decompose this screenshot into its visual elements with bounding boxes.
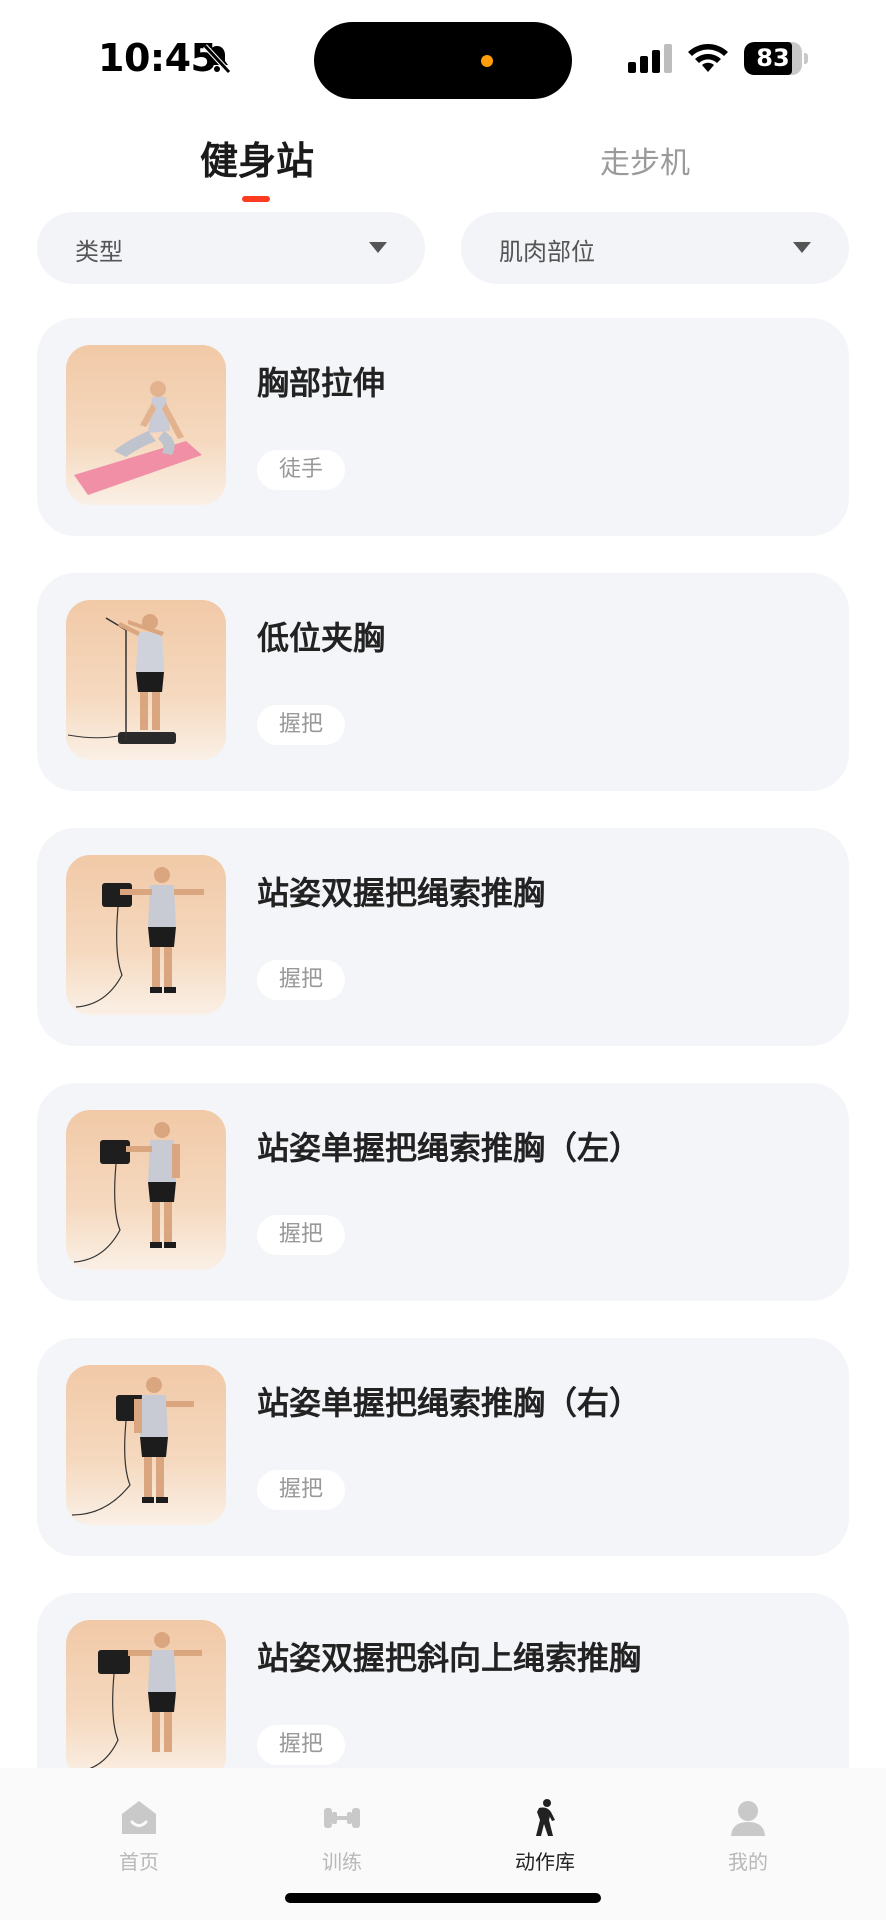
equipment-tag: 握把 (257, 1215, 346, 1255)
muscle-filter-dropdown[interactable]: 肌肉部位 (461, 212, 849, 284)
battery-indicator: 83 (744, 42, 808, 75)
single-cable-push-right-figure-image (71, 1377, 194, 1516)
exercise-card[interactable]: 胸部拉伸 徒手 (37, 318, 849, 536)
type-filter-dropdown[interactable]: 类型 (37, 212, 425, 284)
exercise-title: 站姿双握把斜向上绳索推胸 (257, 1639, 642, 1677)
battery-cap (804, 53, 808, 64)
home-indicator[interactable] (285, 1893, 601, 1903)
equipment-tag: 握把 (257, 705, 346, 745)
exercise-thumbnail (66, 1365, 226, 1525)
stretch-figure-icon (536, 1799, 555, 1836)
battery-body: 83 (744, 42, 802, 75)
equipment-tag: 徒手 (257, 450, 346, 490)
exercise-title: 胸部拉伸 (257, 364, 386, 402)
standing-cable-figure-image (67, 614, 176, 744)
bell-muted-icon (203, 44, 231, 74)
single-cable-push-left-figure-image (73, 1122, 180, 1263)
exercise-thumbnail (66, 345, 226, 505)
nav-training-label: 训练 (322, 1850, 362, 1874)
exercise-thumbnail (66, 600, 226, 760)
exercise-thumbnail (66, 1110, 226, 1270)
filter-bar: 类型 肌肉部位 (0, 212, 886, 284)
cellular-signal-icon (628, 44, 672, 73)
incline-cable-push-figure-image (89, 1632, 202, 1768)
caret-down-icon (369, 242, 387, 253)
wall-cable-push-figure-image (75, 867, 204, 1008)
muscle-filter-label: 肌肉部位 (499, 238, 595, 266)
seated-stretch-figure-image (74, 381, 202, 495)
wifi-icon (688, 44, 728, 72)
privacy-indicator-dot (481, 55, 493, 67)
tab-treadmill[interactable]: 走步机 (600, 138, 690, 182)
exercise-title: 站姿单握把绳索推胸（右） (257, 1384, 642, 1422)
dynamic-island (314, 22, 572, 99)
exercise-card[interactable]: 站姿单握把绳索推胸（左） 握把 (37, 1083, 849, 1301)
exercise-thumbnail (66, 1620, 226, 1768)
nav-exercise-library-label: 动作库 (515, 1850, 575, 1874)
tab-active-indicator (242, 196, 270, 202)
battery-percent: 83 (756, 44, 790, 72)
nav-home[interactable]: 首页 (79, 1798, 199, 1888)
nav-profile[interactable]: 我的 (688, 1798, 808, 1888)
nav-profile-label: 我的 (728, 1850, 768, 1874)
status-time: 10:45 (98, 36, 217, 80)
exercise-card[interactable]: 站姿双握把斜向上绳索推胸 握把 (37, 1593, 849, 1768)
nav-training[interactable]: 训练 (282, 1798, 402, 1888)
status-bar: 10:45 83 (0, 0, 886, 110)
type-filter-label: 类型 (75, 238, 123, 266)
equipment-tag: 握把 (257, 1725, 346, 1765)
exercise-card[interactable]: 站姿双握把绳索推胸 握把 (37, 828, 849, 1046)
tab-fitness-station[interactable]: 健身站 (200, 130, 314, 185)
exercise-card[interactable]: 低位夹胸 握把 (37, 573, 849, 791)
person-icon (731, 1801, 765, 1836)
exercise-thumbnail (66, 855, 226, 1015)
home-icon (122, 1801, 156, 1834)
exercise-card[interactable]: 站姿单握把绳索推胸（右） 握把 (37, 1338, 849, 1556)
equipment-tag: 握把 (257, 960, 346, 1000)
equipment-tag: 握把 (257, 1470, 346, 1510)
exercise-list[interactable]: 胸部拉伸 徒手 低位夹胸 握把 站姿双握把绳索推胸 握把 站姿单握把绳索推胸（左… (0, 318, 886, 1768)
nav-home-label: 首页 (119, 1850, 159, 1874)
nav-exercise-library[interactable]: 动作库 (485, 1798, 605, 1888)
dumbbell-icon (324, 1808, 360, 1828)
exercise-title: 低位夹胸 (257, 619, 386, 657)
caret-down-icon (793, 242, 811, 253)
top-tabs: 健身站 走步机 (0, 120, 886, 210)
exercise-title: 站姿单握把绳索推胸（左） (257, 1129, 642, 1167)
exercise-title: 站姿双握把绳索推胸 (257, 874, 546, 912)
